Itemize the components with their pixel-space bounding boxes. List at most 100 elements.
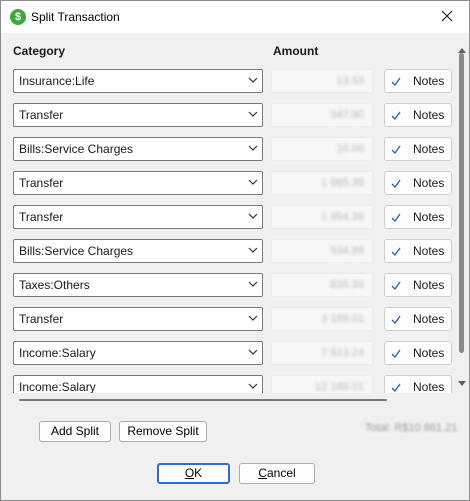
notes-button[interactable]: Notes — [384, 137, 452, 161]
horizontal-scrollbar[interactable] — [19, 397, 387, 403]
checkmark-icon — [391, 145, 401, 154]
notes-label: Notes — [413, 312, 445, 326]
category-select[interactable]: Income:Salary — [13, 375, 263, 393]
category-select[interactable]: Transfer — [13, 307, 263, 331]
notes-button[interactable]: Notes — [384, 69, 452, 93]
notes-button[interactable]: Notes — [384, 103, 452, 127]
checkmark-icon — [391, 315, 401, 324]
category-select[interactable]: Bills:Service Charges — [13, 239, 263, 263]
notes-button[interactable]: Notes — [384, 239, 452, 263]
checkmark-icon — [391, 111, 401, 120]
category-value: Bills:Service Charges — [19, 244, 134, 258]
notes-button[interactable]: Notes — [384, 171, 452, 195]
split-row: Transfer 347.90 Notes — [1, 103, 456, 127]
category-value: Transfer — [19, 176, 64, 190]
notes-button[interactable]: Notes — [384, 307, 452, 331]
category-value: Bills:Service Charges — [19, 142, 134, 156]
amount-value: 534.89 — [330, 245, 364, 257]
notes-label: Notes — [413, 244, 445, 258]
ok-label-rest: K — [194, 466, 203, 480]
checkmark-icon — [391, 281, 401, 290]
amount-field[interactable]: 1 965.39 — [271, 171, 373, 195]
checkmark-icon — [391, 349, 401, 358]
amount-field[interactable]: 835.34 — [271, 273, 373, 297]
chevron-down-icon — [248, 111, 258, 117]
split-row: Income:Salary 7 813.24 Notes — [1, 341, 456, 365]
notes-button[interactable]: Notes — [384, 341, 452, 365]
category-select[interactable]: Taxes:Others — [13, 273, 263, 297]
amount-field[interactable]: 1 954.39 — [271, 205, 373, 229]
amount-value: 347.90 — [330, 109, 364, 121]
category-select[interactable]: Insurance:Life — [13, 69, 263, 93]
add-split-button[interactable]: Add Split — [39, 421, 111, 442]
notes-label: Notes — [413, 278, 445, 292]
scroll-down-arrow-icon[interactable] — [458, 381, 466, 387]
notes-button[interactable]: Notes — [384, 375, 452, 393]
category-select[interactable]: Transfer — [13, 171, 263, 195]
split-rows: Insurance:Life 13.53 Notes Transfer 347.90 No… — [1, 63, 456, 393]
cancel-button[interactable]: Cancel — [239, 463, 315, 484]
notes-label: Notes — [413, 346, 445, 360]
notes-label: Notes — [413, 74, 445, 88]
close-button[interactable] — [427, 1, 467, 31]
category-select[interactable]: Transfer — [13, 205, 263, 229]
split-row: Insurance:Life 13.53 Notes — [1, 69, 456, 93]
chevron-down-icon — [248, 179, 258, 185]
title-bar: $ Split Transaction — [1, 1, 469, 33]
amount-value: 1 965.39 — [321, 177, 364, 189]
vertical-scroll-thumb[interactable] — [459, 53, 464, 353]
chevron-down-icon — [248, 281, 258, 287]
amount-value: 13.53 — [336, 75, 364, 87]
chevron-down-icon — [248, 213, 258, 219]
window-title: Split Transaction — [31, 10, 120, 24]
ok-button[interactable]: OK — [157, 463, 230, 484]
amount-column-header: Amount — [273, 44, 319, 58]
notes-label: Notes — [413, 108, 445, 122]
amount-value: 16.00 — [336, 143, 364, 155]
checkmark-icon — [391, 179, 401, 188]
chevron-down-icon — [248, 315, 258, 321]
amount-field[interactable]: 12 188.01 — [271, 375, 373, 393]
split-row: Income:Salary 12 188.01 Notes — [1, 375, 456, 393]
horizontal-scroll-thumb[interactable] — [19, 399, 387, 401]
cancel-accelerator: C — [258, 466, 267, 480]
category-column-header: Category — [13, 44, 66, 58]
vertical-scrollbar[interactable] — [456, 45, 468, 393]
close-icon — [441, 10, 453, 22]
split-row: Transfer 3 188.01 Notes — [1, 307, 456, 331]
split-row: Bills:Service Charges 16.00 Notes — [1, 137, 456, 161]
cancel-label-rest: ancel — [266, 466, 296, 480]
category-value: Transfer — [19, 312, 64, 326]
notes-button[interactable]: Notes — [384, 205, 452, 229]
notes-button[interactable]: Notes — [384, 273, 452, 297]
checkmark-icon — [391, 383, 401, 392]
ok-accelerator: O — [184, 466, 195, 480]
category-value: Taxes:Others — [19, 278, 90, 292]
app-dollar-icon: $ — [10, 9, 26, 25]
notes-label: Notes — [413, 176, 445, 190]
category-value: Income:Salary — [19, 380, 96, 393]
amount-value: 7 813.24 — [321, 347, 364, 359]
checkmark-icon — [391, 247, 401, 256]
amount-field[interactable]: 3 188.01 — [271, 307, 373, 331]
amount-field[interactable]: 534.89 — [271, 239, 373, 263]
amount-value: 835.34 — [330, 279, 364, 291]
checkmark-icon — [391, 213, 401, 222]
amount-field[interactable]: 16.00 — [271, 137, 373, 161]
amount-field[interactable]: 347.90 — [271, 103, 373, 127]
amount-field[interactable]: 7 813.24 — [271, 341, 373, 365]
chevron-down-icon — [248, 145, 258, 151]
category-select[interactable]: Transfer — [13, 103, 263, 127]
amount-value: 3 188.01 — [321, 313, 364, 325]
chevron-down-icon — [248, 383, 258, 389]
category-value: Transfer — [19, 108, 64, 122]
notes-label: Notes — [413, 142, 445, 156]
notes-label: Notes — [413, 380, 445, 393]
remove-split-button[interactable]: Remove Split — [119, 421, 207, 442]
amount-field[interactable]: 13.53 — [271, 69, 373, 93]
split-row: Taxes:Others 835.34 Notes — [1, 273, 456, 297]
chevron-down-icon — [248, 247, 258, 253]
category-select[interactable]: Income:Salary — [13, 341, 263, 365]
total-amount: Total: R$10 861.21 — [365, 422, 458, 434]
category-select[interactable]: Bills:Service Charges — [13, 137, 263, 161]
